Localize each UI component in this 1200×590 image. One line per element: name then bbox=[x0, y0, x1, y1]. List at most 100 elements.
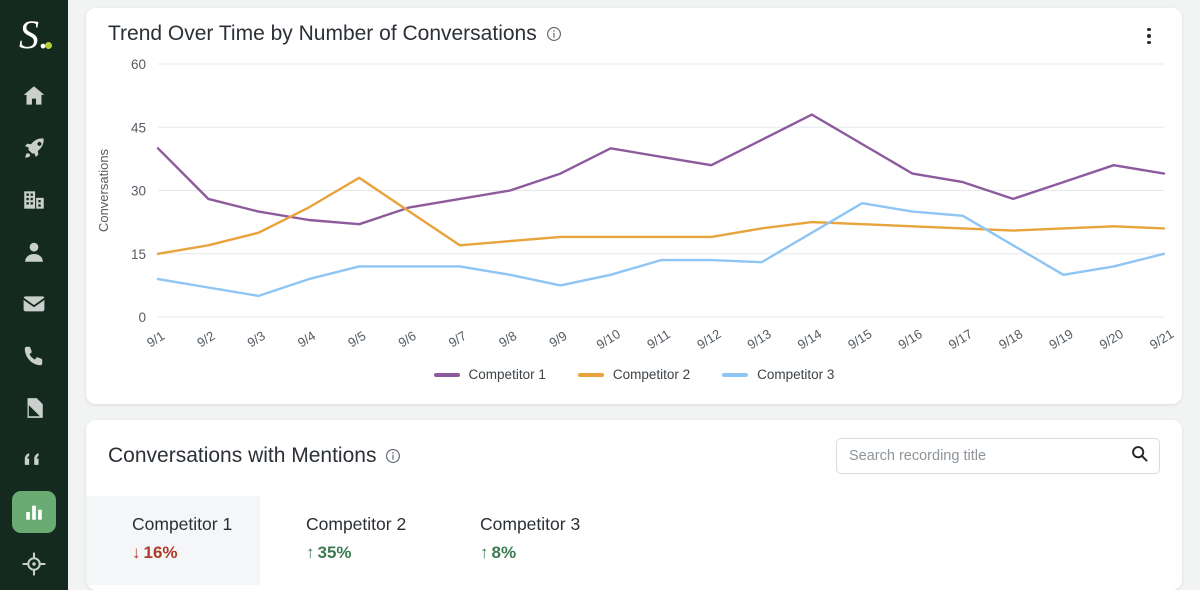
series-line bbox=[156, 201, 1166, 298]
sidebar-item-contacts[interactable] bbox=[12, 231, 56, 273]
sidebar-item-email[interactable] bbox=[12, 283, 56, 325]
chart-icon bbox=[23, 501, 45, 523]
x-axis-tick-label: 9/15 bbox=[845, 326, 874, 352]
status-badge: ↓ 16% bbox=[132, 543, 260, 563]
sidebar-item-launch[interactable] bbox=[12, 127, 56, 169]
status-badge: ↑ 35% bbox=[306, 543, 434, 563]
x-axis-tick-label: 9/12 bbox=[694, 326, 723, 352]
kebab-dot bbox=[1147, 34, 1151, 38]
legend-label: Competitor 2 bbox=[612, 367, 691, 382]
x-axis-tick-label: 9/1 bbox=[144, 328, 167, 350]
x-axis-tick-label: 9/21 bbox=[1147, 326, 1176, 352]
info-icon[interactable] bbox=[546, 26, 562, 42]
x-axis-tick-label: 9/4 bbox=[295, 328, 318, 350]
competitor-tab-list: Competitor 1 ↓ 16% Competitor 2 ↑ 35% Competit… bbox=[86, 496, 1182, 585]
y-axis-tick-label: 15 bbox=[131, 247, 146, 262]
competitor-tab[interactable]: Competitor 2 ↑ 35% bbox=[260, 496, 434, 585]
app-root: S. Trend Over Time by Number of Conversa… bbox=[0, 0, 1200, 590]
document-icon bbox=[21, 395, 47, 421]
page-title: Trend Over Time by Number of Conversatio… bbox=[108, 22, 562, 46]
chart-canvas: 0 15 30 45 60 Conversations 9/1 9/2 9/3 9/4 9/5 9/6… bbox=[96, 57, 1176, 352]
x-axis-tick-label: 9/9 bbox=[546, 328, 569, 350]
x-axis-tick-label: 9/6 bbox=[395, 328, 418, 350]
legend-swatch bbox=[433, 372, 460, 377]
y-axis-title: Conversations bbox=[96, 148, 111, 232]
sidebar-item-calls[interactable] bbox=[12, 335, 56, 377]
search-recording-box[interactable] bbox=[836, 438, 1160, 474]
kebab-dot bbox=[1147, 27, 1151, 32]
x-axis-tick-label: 9/16 bbox=[895, 326, 924, 352]
chart-card-header: Trend Over Time by Number of Conversatio… bbox=[86, 8, 1182, 50]
legend-swatch bbox=[722, 372, 749, 377]
sidebar-item-home[interactable] bbox=[12, 75, 56, 117]
sidebar-item-analytics[interactable] bbox=[12, 491, 56, 533]
search-input[interactable] bbox=[849, 448, 1130, 464]
mail-icon bbox=[21, 291, 47, 317]
more-options-button[interactable] bbox=[1136, 22, 1162, 50]
competitor-tab-label: Competitor 1 bbox=[132, 514, 233, 534]
competitor-tab[interactable]: Competitor 3 ↑ 8% bbox=[434, 496, 608, 585]
arrow-up-icon: ↑ bbox=[480, 543, 489, 562]
legend-item[interactable]: Competitor 3 bbox=[722, 367, 834, 382]
competitor-tab[interactable]: Competitor 1 ↓ 16% bbox=[86, 496, 260, 585]
x-axis-tick-label: 9/2 bbox=[194, 328, 217, 350]
info-icon[interactable] bbox=[385, 448, 401, 464]
x-axis-tick-label: 9/10 bbox=[594, 326, 623, 352]
x-axis-tick-label: 9/19 bbox=[1046, 326, 1075, 352]
conversations-mentions-card: Conversations with Mentions Competitor 1… bbox=[86, 420, 1182, 590]
section-title: Conversations with Mentions bbox=[108, 444, 401, 468]
target-icon bbox=[21, 551, 47, 577]
sidebar-item-quotes[interactable] bbox=[12, 439, 56, 481]
legend-item[interactable]: Competitor 1 bbox=[433, 367, 546, 382]
legend-label: Competitor 1 bbox=[468, 367, 546, 382]
competitor-delta-value: 16% bbox=[143, 543, 178, 562]
sidebar-item-documents[interactable] bbox=[12, 387, 56, 429]
chart-title-text: Trend Over Time by Number of Conversatio… bbox=[108, 22, 537, 45]
table-title-text: Conversations with Mentions bbox=[108, 444, 377, 467]
series-line bbox=[156, 176, 1166, 256]
quote-icon bbox=[21, 447, 47, 473]
sidebar-item-accounts[interactable] bbox=[12, 179, 56, 221]
x-axis-tick-label: 9/11 bbox=[644, 326, 673, 352]
x-axis-tick-label: 9/13 bbox=[745, 326, 774, 352]
phone-icon bbox=[21, 343, 47, 369]
y-axis-tick-label: 60 bbox=[131, 57, 146, 72]
x-axis-tick-label: 9/17 bbox=[946, 326, 975, 352]
building-icon bbox=[21, 187, 47, 213]
y-axis-tick-label: 30 bbox=[131, 184, 146, 199]
x-axis-tick-label: 9/7 bbox=[446, 328, 469, 350]
x-axis-tick-label: 9/8 bbox=[496, 328, 519, 350]
legend-label: Competitor 3 bbox=[757, 367, 835, 382]
logo-accent-dot bbox=[45, 42, 52, 49]
chart-legend: Competitor 1 Competitor 2 Competitor 3 bbox=[86, 367, 1182, 382]
main-content: Trend Over Time by Number of Conversatio… bbox=[68, 0, 1200, 590]
app-logo[interactable]: S. bbox=[12, 14, 56, 56]
status-badge: ↑ 8% bbox=[480, 543, 608, 563]
x-axis-tick-label: 9/18 bbox=[996, 326, 1025, 352]
sidebar: S. bbox=[0, 0, 68, 590]
y-axis-tick-label: 45 bbox=[131, 120, 146, 135]
home-icon bbox=[21, 83, 47, 109]
arrow-up-icon: ↑ bbox=[306, 543, 315, 562]
x-axis-tick-label: 9/3 bbox=[245, 328, 268, 350]
competitor-tab-label: Competitor 2 bbox=[306, 514, 407, 534]
y-axis-tick-label: 0 bbox=[138, 310, 146, 325]
rocket-icon bbox=[21, 135, 47, 161]
search-icon[interactable] bbox=[1130, 444, 1149, 468]
legend-swatch bbox=[577, 372, 604, 377]
line-chart-plot: 0 15 30 45 60 Conversations 9/1 9/2 9/3 9/4 9/5 9/6… bbox=[86, 50, 1182, 390]
competitor-tab-label: Competitor 3 bbox=[480, 514, 581, 534]
kebab-dot bbox=[1147, 40, 1151, 45]
table-card-header: Conversations with Mentions bbox=[86, 420, 1182, 474]
competitor-delta-value: 8% bbox=[491, 543, 517, 562]
person-icon bbox=[21, 239, 47, 265]
sidebar-item-goals[interactable] bbox=[12, 543, 56, 585]
x-axis-tick-label: 9/20 bbox=[1097, 326, 1126, 352]
x-axis-tick-label: 9/14 bbox=[795, 326, 824, 352]
x-axis-tick-label: 9/5 bbox=[345, 328, 368, 350]
trend-chart-card: Trend Over Time by Number of Conversatio… bbox=[86, 8, 1182, 404]
logo-letter: S. bbox=[19, 12, 49, 57]
legend-item[interactable]: Competitor 2 bbox=[577, 367, 691, 382]
arrow-down-icon: ↓ bbox=[132, 543, 141, 562]
competitor-delta-value: 35% bbox=[317, 543, 352, 562]
